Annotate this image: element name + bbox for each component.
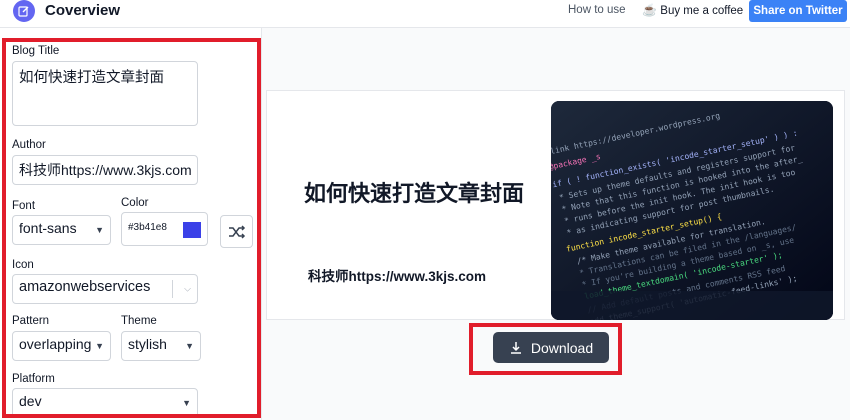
chevron-down-icon: ⌵ [184,283,191,294]
blog-title-label: Blog Title [12,45,60,57]
pattern-select-value: overlapping [19,336,92,352]
platform-label: Platform [12,373,55,385]
theme-select-value: stylish [128,336,167,352]
download-label: Download [530,339,594,356]
author-input[interactable]: 科技师https://www.3kjs.com [12,155,198,185]
theme-label: Theme [121,315,157,327]
chevron-down-icon: ▼ [95,225,104,235]
download-button[interactable]: Download [493,332,609,363]
icon-label: Icon [12,259,34,271]
download-icon [510,341,521,354]
share-twitter-button[interactable]: Share on Twitter [749,0,847,22]
platform-select[interactable]: dev ▼ [12,388,198,418]
coffee-cup-icon: ☕ [642,3,657,17]
font-select[interactable]: font-sans ▼ [12,215,111,245]
cover-author: 科技师https://www.3kjs.com [308,269,487,284]
chevron-down-icon: ▼ [182,398,191,408]
shuffle-button[interactable] [220,215,253,248]
font-select-value: font-sans [19,220,77,236]
cover-photo-code-laptop: @link https://developer.wordpress.org @p… [551,101,833,320]
app-title[interactable]: Coverview [45,2,120,19]
cover-title: 如何快速打造文章封面 [304,181,525,206]
color-label: Color [121,197,149,209]
author-label: Author [12,139,46,151]
top-bar: Coverview How to use ☕ Buy me a coffee S… [0,0,850,28]
theme-select[interactable]: stylish ▼ [121,331,201,361]
color-hex-value: #3b41e8 [128,222,167,233]
platform-select-value: dev [19,393,42,409]
color-picker[interactable]: #3b41e8 [121,212,208,246]
chevron-down-icon: ▼ [185,341,194,351]
pattern-label: Pattern [12,315,50,327]
icon-select[interactable]: amazonwebservices ⌵ [12,274,198,304]
chevron-down-icon: ▼ [95,341,104,351]
icon-select-value: amazonwebservices [19,279,151,295]
color-swatch[interactable] [183,222,201,238]
select-divider [172,280,173,298]
buy-coffee-label: Buy me a coffee [660,5,744,17]
how-to-use-link[interactable]: How to use [568,4,626,16]
font-label: Font [12,200,36,212]
shuffle-icon [228,224,245,239]
buy-coffee-link[interactable]: ☕ Buy me a coffee [642,3,743,17]
blog-title-textarea[interactable]: 如何快速打造文章封面 [12,61,198,126]
pattern-select[interactable]: overlapping ▼ [12,331,111,361]
logo-edit-icon[interactable] [13,0,35,22]
